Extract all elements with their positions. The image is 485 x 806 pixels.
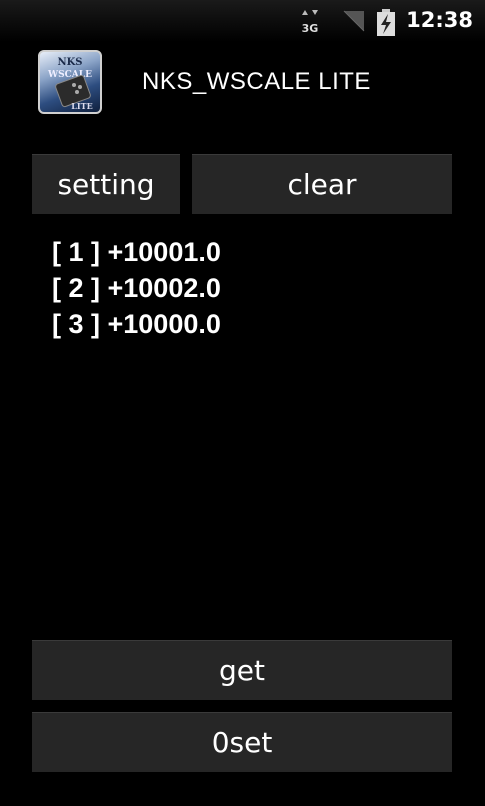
reading-item: [ 1 ] +10001.0 xyxy=(52,237,221,267)
app-logo-text-mid: WSCALE xyxy=(47,70,92,80)
readings-list: [ 1 ] +10001.0 [ 2 ] +10002.0 [ 3 ] +100… xyxy=(52,234,452,342)
app-logo-text-top: NKS xyxy=(57,57,82,68)
app-title: NKS_WSCALE LITE xyxy=(142,68,371,95)
clear-button[interactable]: clear xyxy=(192,154,452,214)
app-logo-text-bottom: LITE xyxy=(71,101,92,111)
reading-item: [ 2 ] +10002.0 xyxy=(52,273,221,303)
network-3g-icon: 3G xyxy=(300,9,320,35)
network-label: 3G xyxy=(302,22,319,35)
reading-item: [ 3 ] +10000.0 xyxy=(52,309,221,339)
get-button[interactable]: get xyxy=(32,640,452,700)
battery-charging-icon xyxy=(375,9,397,36)
app-logo-icon: NKS WSCALE LITE xyxy=(38,50,102,114)
setting-button[interactable]: setting xyxy=(32,154,180,214)
app-header: NKS WSCALE LITE NKS_WSCALE LITE xyxy=(0,42,485,122)
status-time: 12:38 xyxy=(406,8,473,32)
signal-icon xyxy=(342,9,366,33)
status-bar: 3G 12:38 xyxy=(0,0,485,42)
zero-set-button[interactable]: 0set xyxy=(32,712,452,772)
